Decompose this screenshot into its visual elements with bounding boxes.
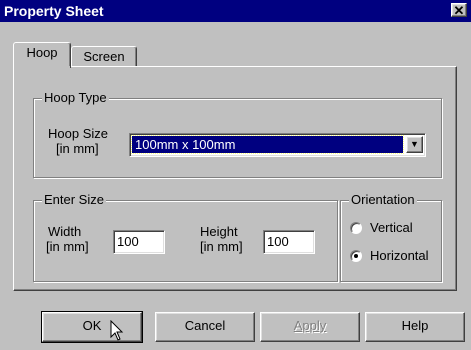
- enter-size-group-label: Enter Size: [42, 192, 106, 208]
- active-tab-join: [14, 66, 70, 68]
- radio-vertical-label: Vertical: [370, 220, 413, 235]
- hoop-size-dropdown[interactable]: 100mm x 100mm ▼: [129, 133, 426, 157]
- radio-horizontal-circle[interactable]: [350, 250, 362, 262]
- radio-horizontal-label: Horizontal: [370, 248, 429, 263]
- cancel-button-label: Cancel: [184, 318, 226, 333]
- apply-button[interactable]: Apply: [260, 312, 360, 342]
- hoop-type-group-label: Hoop Type: [42, 90, 109, 106]
- dropdown-arrow-button[interactable]: ▼: [406, 136, 423, 153]
- tab-screen[interactable]: Screen: [71, 46, 137, 67]
- hoop-size-unit-label: [in mm]: [56, 141, 99, 156]
- cancel-button[interactable]: Cancel: [155, 312, 255, 342]
- hoop-size-label-line2: [in mm]: [56, 141, 99, 156]
- radio-horizontal[interactable]: Horizontal: [350, 248, 440, 266]
- ok-button-label: OK: [82, 318, 102, 333]
- height-label: Height: [200, 224, 238, 239]
- hoop-size-label-line1: Hoop Size: [48, 126, 108, 141]
- radio-selected-dot: [354, 254, 358, 258]
- height-unit-label: [in mm]: [200, 239, 243, 254]
- ok-button[interactable]: OK: [41, 311, 143, 343]
- orientation-group-label: Orientation: [349, 192, 417, 208]
- orientation-group: Orientation: [340, 192, 442, 282]
- apply-button-label: Apply: [293, 318, 327, 333]
- hoop-size-label: Hoop Size: [48, 126, 108, 141]
- width-input[interactable]: 100: [113, 230, 165, 254]
- help-button-label: Help: [401, 318, 429, 333]
- tab-screen-label: Screen: [83, 49, 125, 64]
- help-button[interactable]: Help: [365, 312, 465, 342]
- close-icon: ✕: [453, 3, 465, 18]
- height-input[interactable]: 100: [263, 230, 315, 254]
- window-title: Property Sheet: [4, 3, 104, 19]
- title-bar: Property Sheet ✕: [0, 0, 471, 22]
- tab-hoop[interactable]: Hoop: [13, 42, 71, 68]
- hoop-size-selected-value: 100mm x 100mm: [131, 135, 404, 154]
- tab-hoop-label: Hoop: [26, 45, 58, 60]
- radio-vertical[interactable]: Vertical: [350, 220, 436, 238]
- width-label: Width: [48, 224, 82, 239]
- close-button[interactable]: ✕: [451, 3, 467, 18]
- chevron-down-icon: ▼: [410, 139, 419, 149]
- radio-vertical-circle[interactable]: [350, 222, 362, 234]
- width-unit-label: [in mm]: [46, 239, 89, 254]
- mouse-cursor-icon: [110, 320, 124, 341]
